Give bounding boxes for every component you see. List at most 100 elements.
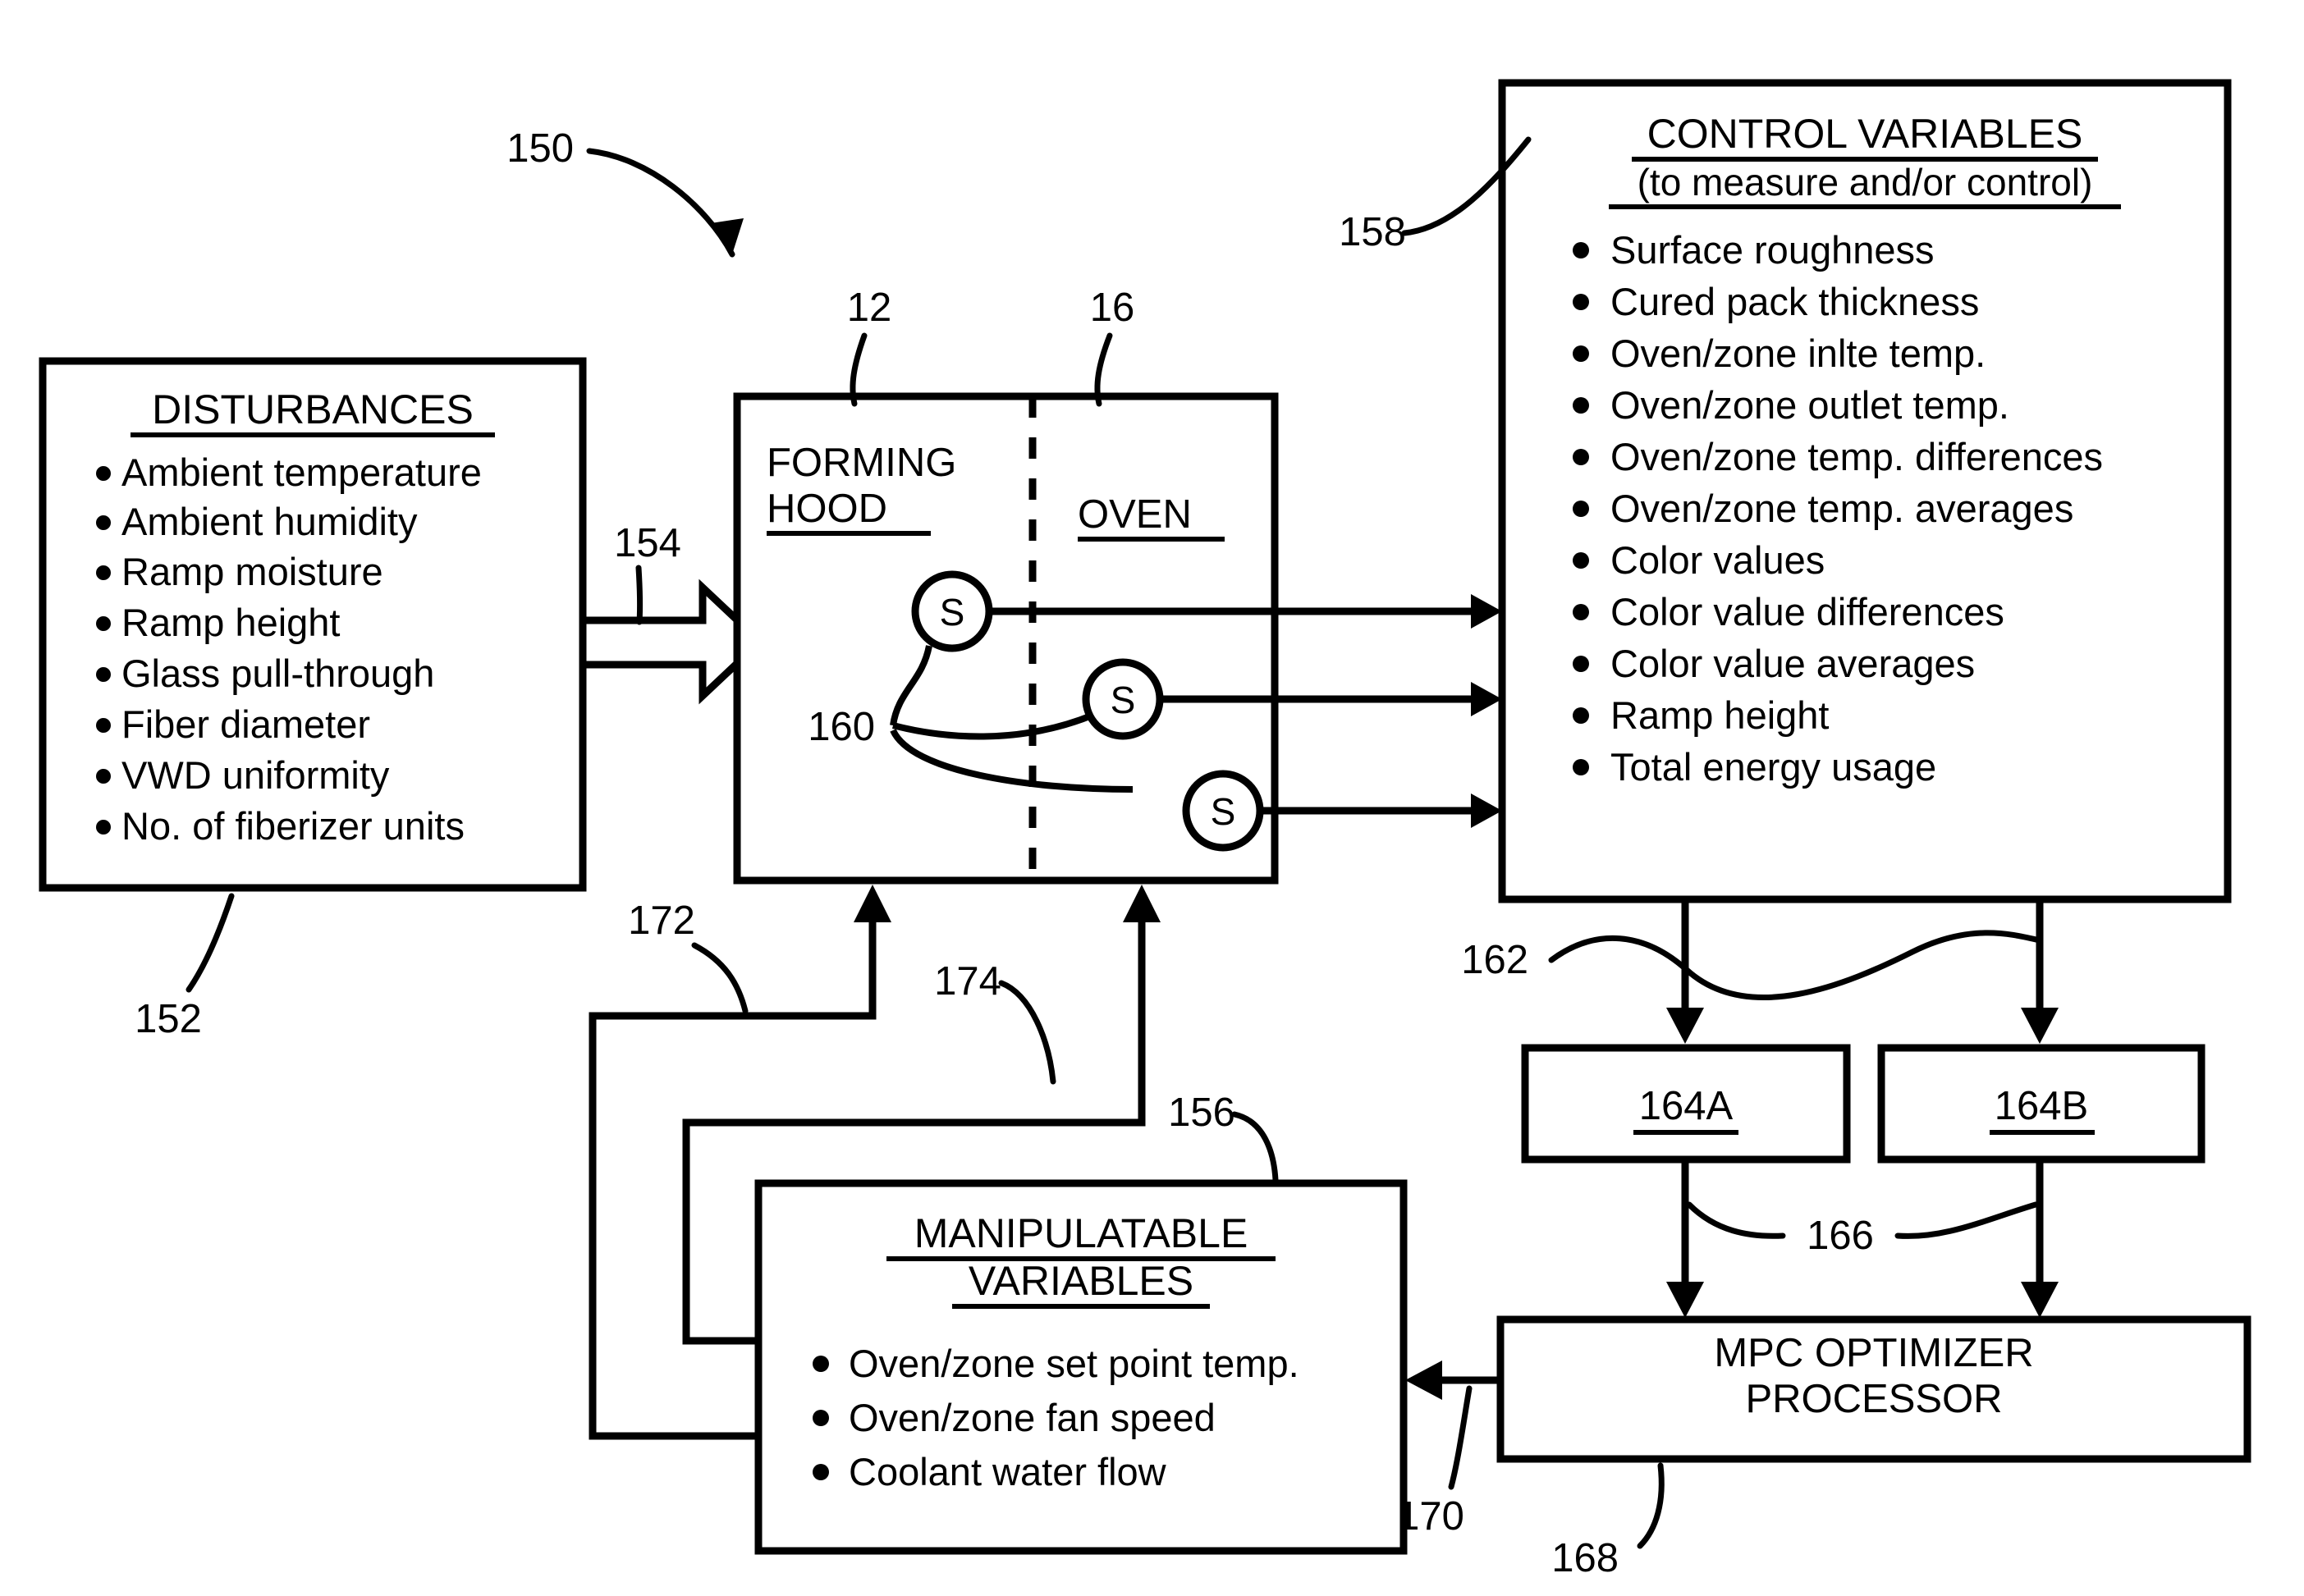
bullet-icon — [96, 667, 111, 682]
manipulatable-variables-item-0: Oven/zone set point temp. — [849, 1342, 1299, 1385]
model-to-optimizer-links: 166 — [1666, 1159, 2059, 1318]
feedback-link-172-label: 172 — [628, 899, 695, 943]
control-variables-item-6: Color values — [1610, 538, 1825, 582]
control-variables-subtitle: (to measure and/or control) — [1638, 161, 2093, 204]
oven-reference-16: 16 — [1090, 286, 1135, 407]
model-to-optimizer-reference-166-label: 166 — [1807, 1214, 1874, 1258]
bullet-icon — [96, 718, 111, 733]
disturbances-item-1: Ambient humidity — [121, 500, 418, 543]
control-variables-title: CONTROL VARIABLES — [1647, 111, 2083, 157]
control-to-model-links: 162 — [1461, 899, 2059, 1044]
bullet-icon — [96, 616, 111, 631]
manipulatable-variables-item-1: Oven/zone fan speed — [849, 1396, 1216, 1439]
feedback-link-174-leader — [998, 980, 1056, 1085]
disturbances-box: DISTURBANCES Ambient temperature Ambient… — [39, 357, 587, 892]
feedback-link-174-label: 174 — [934, 959, 1001, 1004]
control-variables-reference-158-label: 158 — [1339, 210, 1406, 254]
mpc-optimizer-label-line1: MPC OPTIMIZER — [1714, 1331, 2033, 1375]
control-variables-item-7: Color value differences — [1610, 590, 2004, 633]
forming-hood-label-line1: FORMING — [767, 441, 956, 485]
sensor-1: S — [911, 570, 993, 652]
forming-hood-label-line2: HOOD — [767, 487, 887, 531]
model-to-optimizer-reference-166-leader-left — [1686, 1201, 1786, 1239]
disturbances-item-0: Ambient temperature — [121, 450, 482, 494]
mpc-optimizer-reference-168-label: 168 — [1551, 1536, 1619, 1580]
bullet-icon — [813, 1464, 829, 1480]
mpc-optimizer-label-line2: PROCESSOR — [1745, 1377, 2002, 1421]
model-block-b: 164B — [1877, 1044, 2206, 1164]
sensor-2-output-arrowhead — [1471, 682, 1502, 716]
bullet-icon — [96, 820, 111, 835]
disturbances-item-2: Ramp moisture — [121, 550, 383, 593]
manipulatable-variables-reference-156: 156 — [1168, 1091, 1279, 1183]
bullet-icon — [96, 769, 111, 784]
control-variables-item-8: Color value averages — [1610, 642, 1975, 685]
control-variables-box: CONTROL VARIABLES (to measure and/or con… — [1498, 79, 2232, 903]
optimizer-to-manipulatable-link: 170 — [1397, 1360, 1500, 1539]
bullet-icon — [1573, 759, 1589, 775]
disturbances-reference-152: 152 — [135, 893, 235, 1041]
manipulatable-variables-title-line2: VARIABLES — [969, 1258, 1193, 1304]
control-variables-item-4: Oven/zone temp. differences — [1610, 435, 2103, 478]
model-block-a-label: 164A — [1639, 1084, 1734, 1128]
disturbances-item-5: Fiber diameter — [121, 702, 370, 746]
disturbances-item-7: No. of fiberizer units — [121, 804, 465, 848]
forming-hood-reference-12-label: 12 — [847, 286, 892, 330]
manipulatable-variables-item-2: Coolant water flow — [849, 1450, 1167, 1493]
sensor-2: S — [1082, 658, 1164, 740]
figure-reference-150-label: 150 — [506, 126, 574, 171]
optimizer-to-manipulatable-arrowhead — [1405, 1360, 1442, 1400]
sensor-1-label: S — [940, 591, 965, 633]
sensor-3-output-arrowhead — [1471, 793, 1502, 828]
manipulatable-variables-reference-156-leader — [1231, 1111, 1279, 1183]
optimizer-to-manipulatable-reference-170-leader — [1448, 1385, 1473, 1490]
model-block-b-label: 164B — [1995, 1084, 2088, 1128]
bullet-icon — [1573, 449, 1589, 465]
forming-hood-reference-12: 12 — [847, 286, 892, 407]
sensor-2-label: S — [1111, 679, 1136, 721]
sensor-3: S — [1182, 770, 1264, 852]
manipulatable-variables-title-line1: MANIPULATABLE — [914, 1210, 1248, 1256]
control-to-model-reference-162-label: 162 — [1461, 938, 1528, 982]
feedback-link-172-leader — [691, 942, 749, 1014]
disturbances-item-6: VWD uniformity — [121, 753, 390, 797]
mpc-optimizer-reference-168-leader — [1637, 1462, 1665, 1549]
bullet-icon — [1573, 501, 1589, 517]
bullet-icon — [1573, 397, 1589, 414]
block-diagram: 150 DISTURBANCES Ambient temperature Amb… — [39, 79, 2251, 1580]
model-a-to-optimizer-arrowhead — [1666, 1282, 1704, 1318]
bullet-icon — [813, 1410, 829, 1426]
bullet-icon — [1573, 604, 1589, 620]
feedback-link-172-arrowhead — [854, 885, 891, 922]
control-variables-item-1: Cured pack thickness — [1610, 280, 1979, 323]
bullet-icon — [1573, 242, 1589, 258]
bullet-icon — [96, 565, 111, 580]
disturbance-flow-reference-154-leader — [635, 565, 644, 625]
control-variables-item-10: Total energy usage — [1610, 745, 1936, 789]
disturbance-flow-reference-154-label: 154 — [614, 521, 681, 565]
bullet-icon — [1573, 345, 1589, 362]
manipulatable-variables-reference-156-label: 156 — [1168, 1091, 1235, 1135]
disturbances-title: DISTURBANCES — [152, 386, 474, 432]
model-block-a: 164A — [1521, 1044, 1851, 1164]
sensors-reference-160-label: 160 — [808, 705, 875, 749]
control-variables-item-9: Ramp height — [1610, 693, 1830, 737]
sensor-3-label: S — [1211, 790, 1236, 833]
oven-label: OVEN — [1078, 492, 1192, 537]
control-variables-item-0: Surface roughness — [1610, 228, 1935, 272]
bullet-icon — [1573, 707, 1589, 724]
model-b-to-optimizer-arrowhead — [2021, 1282, 2059, 1318]
control-to-164a-arrowhead — [1666, 1008, 1704, 1044]
patent-figure-canvas: 150 DISTURBANCES Ambient temperature Amb… — [0, 0, 2304, 1596]
mpc-optimizer-box: MPC OPTIMIZER PROCESSOR — [1496, 1315, 2251, 1463]
bullet-icon — [1573, 656, 1589, 672]
control-variables-item-2: Oven/zone inlte temp. — [1610, 332, 1986, 375]
oven-reference-16-label: 16 — [1090, 286, 1135, 330]
manipulatable-variables-box: MANIPULATABLE VARIABLES Oven/zone set po… — [754, 1179, 1408, 1555]
mpc-optimizer-reference-168: 168 — [1551, 1462, 1665, 1580]
bullet-icon — [96, 515, 111, 530]
disturbances-reference-152-leader — [186, 893, 235, 993]
disturbances-reference-152-label: 152 — [135, 997, 202, 1041]
bullet-icon — [96, 466, 111, 481]
bullet-icon — [1573, 552, 1589, 569]
